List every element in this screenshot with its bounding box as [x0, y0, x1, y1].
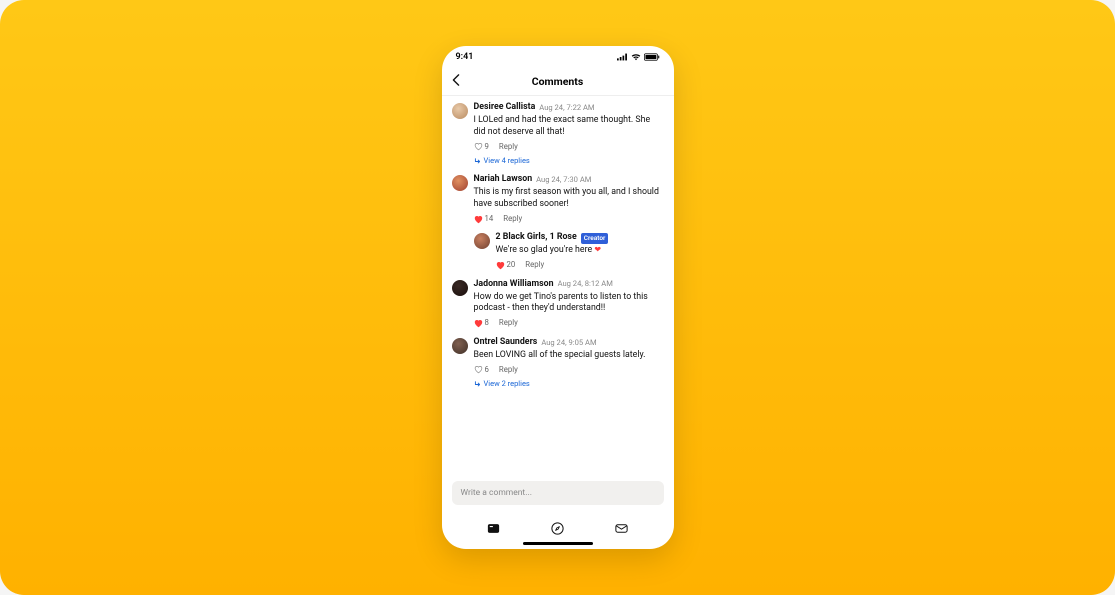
status-bar: 9:41 — [442, 46, 674, 68]
wifi-icon — [631, 53, 641, 61]
nav-title: Comments — [532, 75, 584, 88]
comment-author[interactable]: Jadonna Williamson — [474, 279, 554, 291]
battery-icon — [644, 53, 660, 61]
status-time: 9:41 — [456, 52, 474, 62]
reply-button[interactable]: Reply — [503, 214, 522, 225]
comment-body: Jadonna Williamson Aug 24, 8:12 AM How d… — [474, 279, 664, 329]
tab-explore[interactable] — [550, 521, 565, 540]
view-replies-button[interactable]: View 2 replies — [474, 379, 664, 389]
compass-icon — [550, 521, 565, 536]
reply-arrow-icon — [474, 158, 481, 165]
comment-text: This is my first season with you all, an… — [474, 187, 664, 211]
comment-timestamp: Aug 24, 9:05 AM — [541, 338, 596, 348]
comment-item: Desiree Callista Aug 24, 7:22 AM I LOLed… — [452, 102, 664, 166]
avatar[interactable] — [452, 338, 468, 354]
heart-icon — [496, 261, 505, 270]
mail-icon — [614, 521, 629, 536]
comment-item: Ontrel Saunders Aug 24, 9:05 AM Been LOV… — [452, 337, 664, 389]
comment-body: Ontrel Saunders Aug 24, 9:05 AM Been LOV… — [474, 337, 664, 389]
comment-item-reply: 2 Black Girls, 1 Rose Creator We're so g… — [474, 232, 664, 270]
like-count: 20 — [507, 260, 516, 271]
comment-author[interactable]: Ontrel Saunders — [474, 337, 538, 349]
avatar[interactable] — [452, 103, 468, 119]
status-icons — [617, 53, 660, 61]
heart-icon — [474, 142, 483, 151]
comment-timestamp: Aug 24, 8:12 AM — [558, 279, 613, 289]
reply-button[interactable]: Reply — [525, 260, 544, 271]
tab-messages[interactable] — [614, 521, 629, 540]
stage: 9:41 Comments Desiree Callista Aug 24, 7 — [0, 0, 1115, 595]
like-button[interactable]: 8 — [474, 318, 489, 329]
comment-body: Nariah Lawson Aug 24, 7:30 AM This is my… — [474, 174, 664, 224]
like-count: 8 — [485, 318, 489, 329]
avatar[interactable] — [452, 175, 468, 191]
heart-icon — [474, 365, 483, 374]
like-button[interactable]: 14 — [474, 214, 494, 225]
comment-timestamp: Aug 24, 7:22 AM — [539, 103, 594, 113]
comment-text: I LOLed and had the exact same thought. … — [474, 115, 664, 139]
comment-text: We're so glad you're here ❤ — [496, 245, 664, 257]
comment-text: Been LOVING all of the special guests la… — [474, 350, 664, 362]
tab-home[interactable] — [486, 521, 501, 540]
chevron-left-icon — [452, 74, 460, 86]
composer-placeholder: Write a comment... — [461, 488, 532, 498]
reply-button[interactable]: Reply — [499, 365, 518, 376]
like-count: 14 — [485, 214, 494, 225]
comment-body: Desiree Callista Aug 24, 7:22 AM I LOLed… — [474, 102, 664, 166]
comment-item: Nariah Lawson Aug 24, 7:30 AM This is my… — [452, 174, 664, 224]
comment-text: How do we get Tino's parents to listen t… — [474, 292, 664, 316]
comment-timestamp: Aug 24, 7:30 AM — [536, 175, 591, 185]
avatar[interactable] — [474, 233, 490, 249]
reply-button[interactable]: Reply — [499, 318, 518, 329]
creator-badge: Creator — [581, 233, 609, 244]
home-indicator[interactable] — [523, 542, 593, 545]
nav-bar: Comments — [442, 68, 674, 96]
like-count: 6 — [485, 365, 489, 376]
comment-author[interactable]: Nariah Lawson — [474, 174, 533, 186]
comment-item: Jadonna Williamson Aug 24, 8:12 AM How d… — [452, 279, 664, 329]
avatar[interactable] — [452, 280, 468, 296]
cellular-icon — [617, 53, 628, 61]
comment-body: 2 Black Girls, 1 Rose Creator We're so g… — [496, 232, 664, 270]
like-button[interactable]: 9 — [474, 142, 489, 153]
comment-composer[interactable]: Write a comment... — [452, 481, 664, 505]
comment-author[interactable]: 2 Black Girls, 1 Rose — [496, 232, 577, 244]
heart-icon — [474, 215, 483, 224]
reply-arrow-icon — [474, 381, 481, 388]
view-replies-label: View 2 replies — [484, 379, 530, 389]
like-button[interactable]: 6 — [474, 365, 489, 376]
comment-author[interactable]: Desiree Callista — [474, 102, 536, 114]
view-replies-label: View 4 replies — [484, 156, 530, 166]
like-count: 9 — [485, 142, 489, 153]
home-icon — [486, 521, 501, 536]
reply-button[interactable]: Reply — [499, 142, 518, 153]
phone-frame: 9:41 Comments Desiree Callista Aug 24, 7 — [442, 46, 674, 549]
heart-icon — [474, 319, 483, 328]
comments-list[interactable]: Desiree Callista Aug 24, 7:22 AM I LOLed… — [442, 96, 674, 477]
heart-emoji-icon: ❤ — [594, 245, 601, 254]
comment-text-span: We're so glad you're here — [496, 245, 595, 255]
back-button[interactable] — [452, 74, 460, 90]
like-button[interactable]: 20 — [496, 260, 516, 271]
view-replies-button[interactable]: View 4 replies — [474, 156, 664, 166]
